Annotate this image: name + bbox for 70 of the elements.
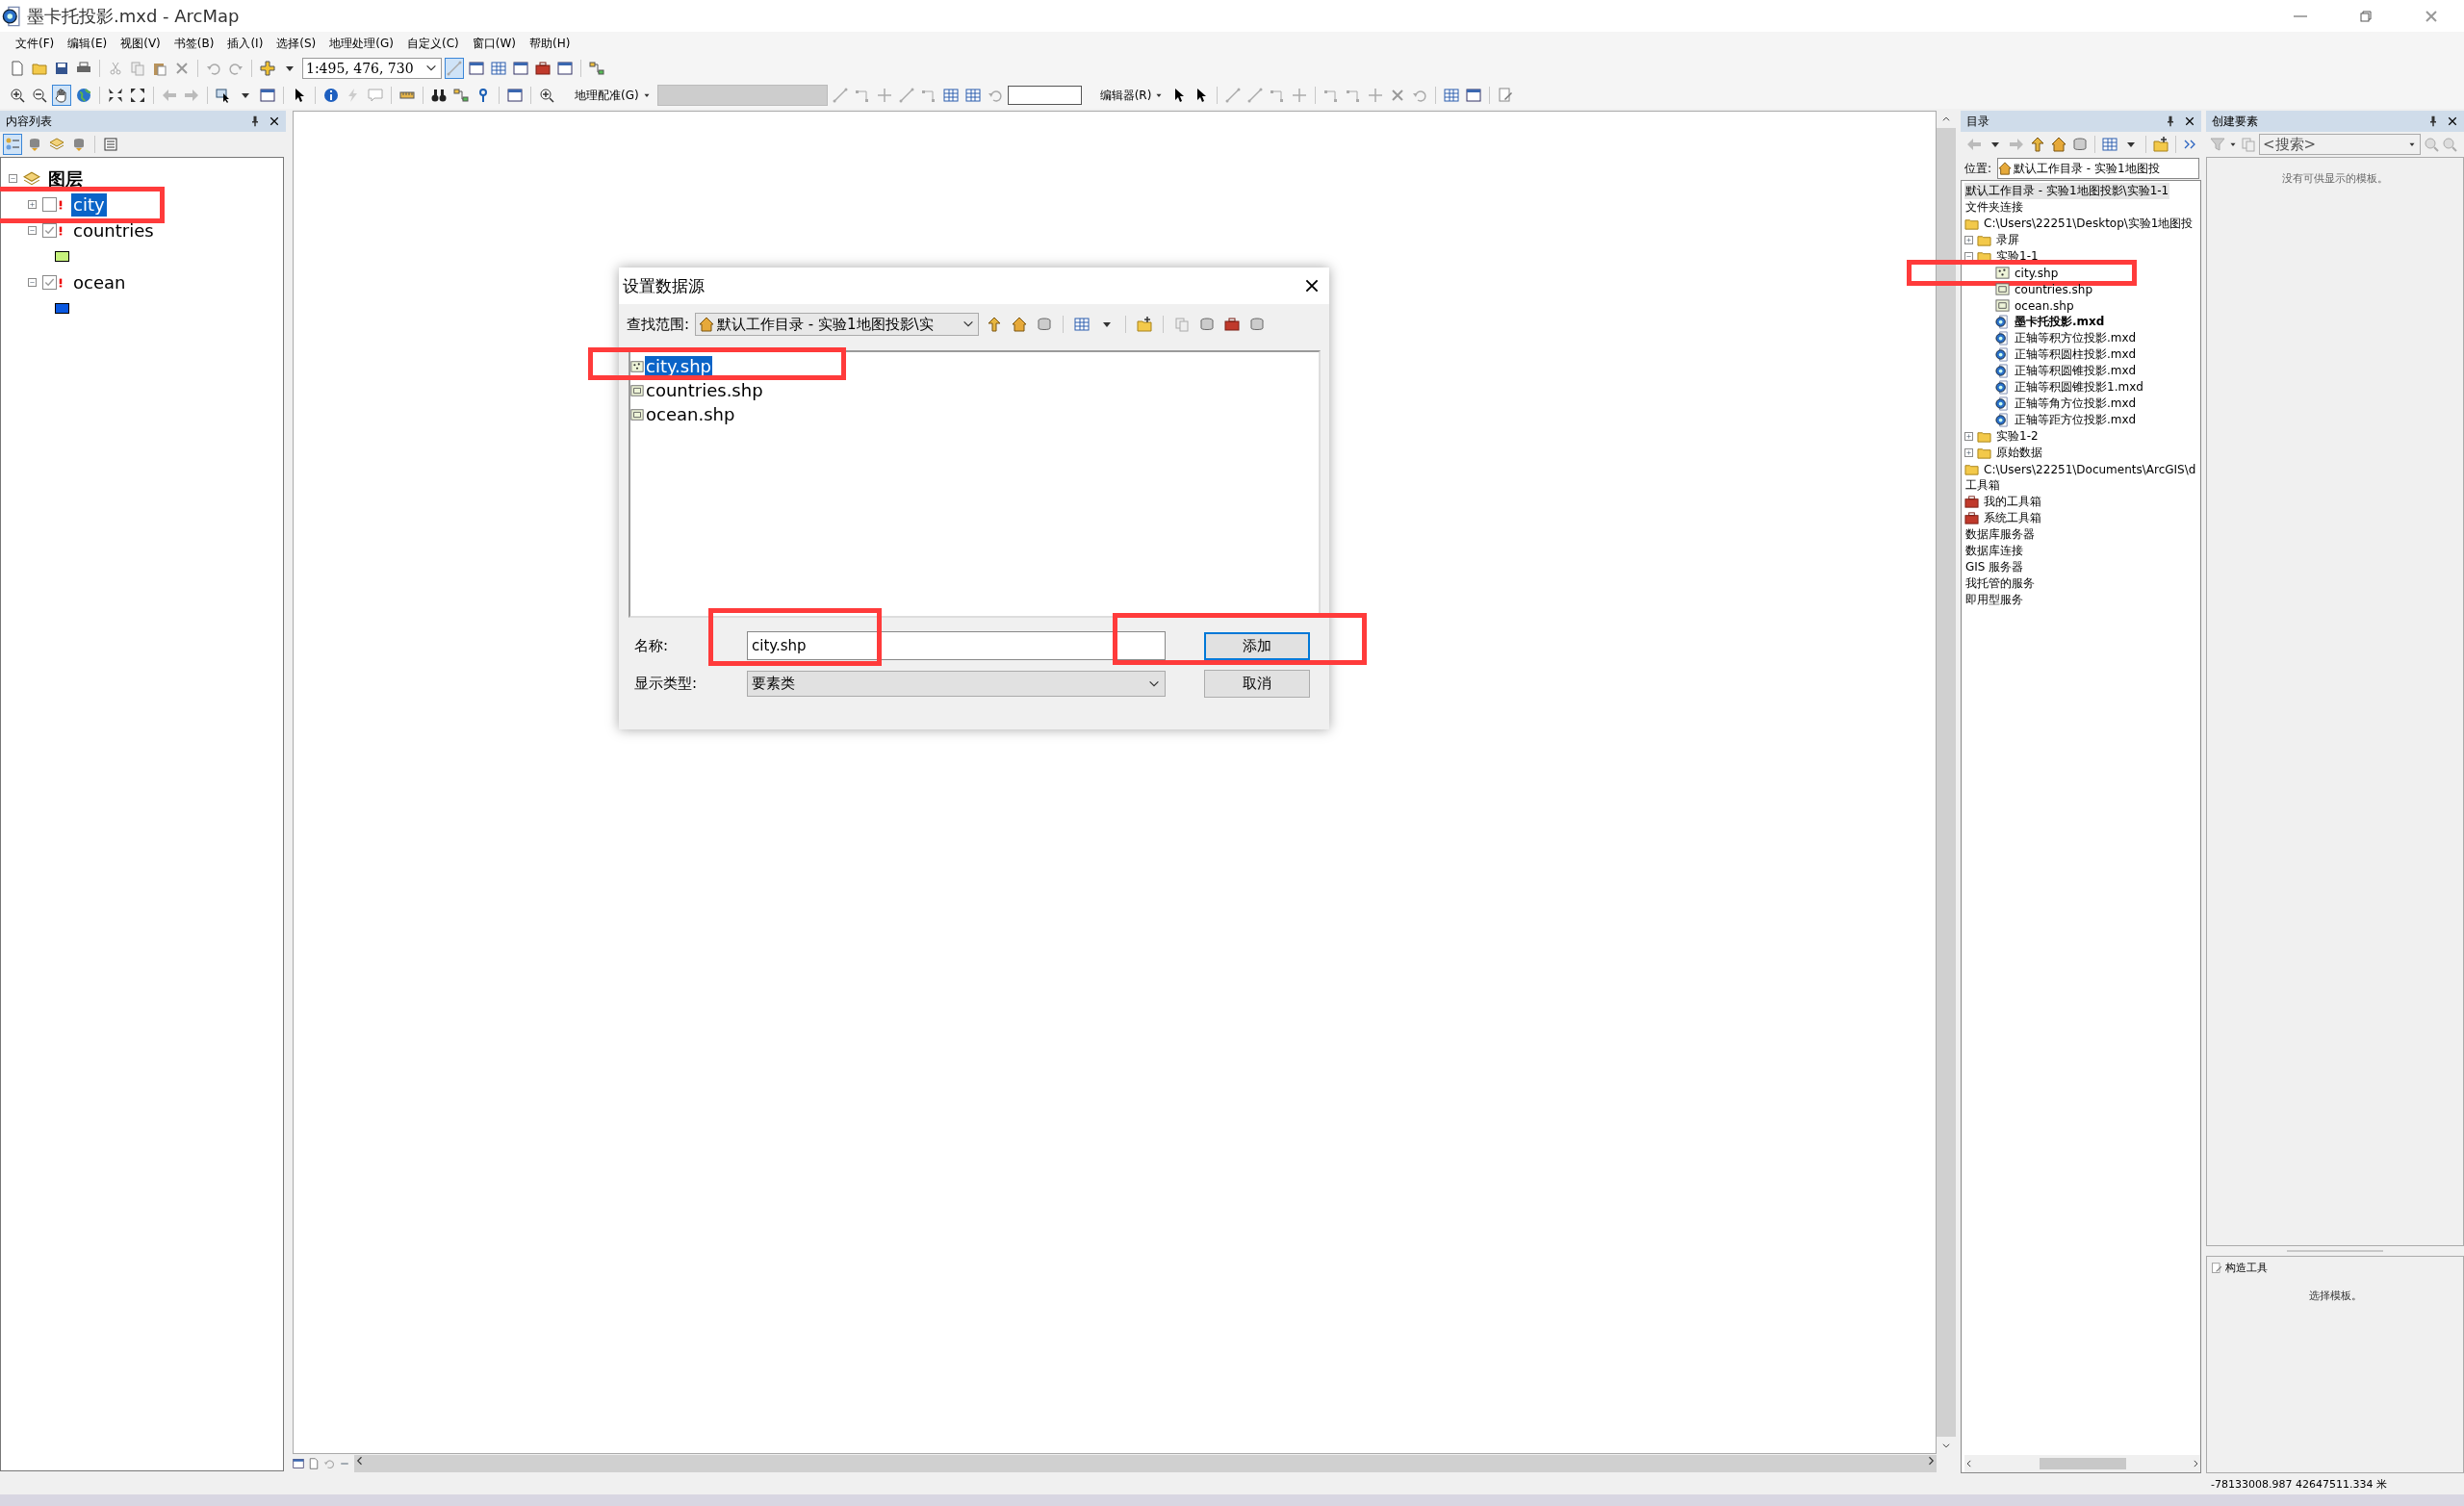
- empty-message: 没有可供显示的模板。: [2282, 171, 2388, 186]
- tree-item[interactable]: 我托管的服务: [1964, 575, 2036, 592]
- scale-combo[interactable]: 1:495, 476, 730: [302, 58, 442, 79]
- dialog-title: 设置数据源: [623, 274, 705, 297]
- tree-item[interactable]: 数据库服务器: [1964, 526, 2036, 543]
- editor-menu[interactable]: 编辑器(R): [1096, 87, 1168, 104]
- tree-item[interactable]: 实验1-2: [1995, 428, 2040, 445]
- tree-item[interactable]: 文件夹连接: [1964, 199, 2024, 216]
- hint-text: 选择模板。: [2308, 1289, 2362, 1303]
- coordinates-readout: -78133008.987 42647511.334 米: [2211, 1476, 2387, 1492]
- location-value: 默认工作目录 - 实验1地图投: [2014, 160, 2160, 177]
- location-label: 位置:: [1964, 160, 1992, 177]
- type-combo[interactable]: 要素类: [747, 671, 1166, 697]
- search-combo[interactable]: <搜索>: [2259, 134, 2421, 155]
- tree-item[interactable]: C:\Users\22251\Desktop\实验1地图投: [1983, 216, 2194, 232]
- georeferencing-menu[interactable]: 地理配准(G): [572, 87, 654, 104]
- tree-item[interactable]: C:\Users\22251\Documents\ArcGIS\d: [1983, 462, 2197, 476]
- tree-item[interactable]: countries.shp: [2014, 282, 2094, 296]
- tree-item[interactable]: GIS 服务器: [1964, 559, 2025, 575]
- dialog-button[interactable]: 取消: [1204, 670, 1310, 698]
- panel-title: 构造工具: [2225, 1261, 2268, 1275]
- tree-item[interactable]: city.shp: [2014, 266, 2060, 280]
- menu-item[interactable]: 自定义(C): [400, 33, 465, 54]
- menu-item[interactable]: 书签(B): [167, 33, 220, 54]
- search-placeholder: <搜索>: [2263, 135, 2317, 154]
- tree-item[interactable]: 数据库连接: [1964, 543, 2024, 559]
- name-label: 名称:: [633, 636, 670, 655]
- layer-name[interactable]: countries: [71, 218, 156, 242]
- file-item[interactable]: ocean.shp: [645, 403, 736, 425]
- file-item[interactable]: city.shp: [645, 355, 712, 377]
- tree-item[interactable]: 即用型服务: [1964, 592, 2024, 608]
- panel-title: 创建要素: [2212, 113, 2258, 130]
- tree-item[interactable]: 录屏: [1995, 232, 2020, 248]
- menu-item[interactable]: 文件(F): [10, 33, 61, 54]
- menu-item[interactable]: 地理处理(G): [323, 33, 399, 54]
- tree-item[interactable]: 我的工具箱: [1983, 494, 2042, 510]
- menu-item[interactable]: 插入(I): [221, 33, 270, 54]
- tree-item[interactable]: 系统工具箱: [1983, 510, 2042, 526]
- tree-item[interactable]: 正轴等角方位投影.mxd: [2014, 396, 2138, 412]
- panel-title: 内容列表: [6, 113, 52, 130]
- panel-title: 目录: [1966, 113, 1989, 130]
- type-value: 要素类: [752, 675, 795, 693]
- tree-item[interactable]: 正轴等距方位投影.mxd: [2014, 412, 2138, 428]
- tree-item[interactable]: 默认工作目录 - 实验1地图投影\实验1-1: [1964, 183, 2170, 199]
- tree-item[interactable]: 正轴等积圆锥投影.mxd: [2014, 363, 2138, 379]
- tree-item[interactable]: ocean.shp: [2014, 298, 2075, 313]
- layer-name[interactable]: city: [71, 192, 107, 217]
- menu-item[interactable]: 窗口(W): [466, 33, 522, 54]
- look-in-combo[interactable]: 默认工作目录 - 实验1地图投影\实: [695, 313, 980, 336]
- location-combo[interactable]: 默认工作目录 - 实验1地图投: [1997, 158, 2199, 179]
- tree-item[interactable]: 正轴等积圆柱投影.mxd: [2014, 346, 2138, 363]
- tree-item[interactable]: 原始数据: [1995, 445, 2043, 461]
- tree-item[interactable]: 正轴等积圆锥投影1.mxd: [2014, 379, 2144, 396]
- look-in-value: 默认工作目录 - 实验1地图投影\实: [717, 315, 935, 334]
- menu-item[interactable]: 帮助(H): [523, 33, 577, 54]
- layer-name[interactable]: ocean: [71, 270, 128, 294]
- layer-group-label[interactable]: 图层: [46, 166, 85, 191]
- menu-item[interactable]: 选择(S): [270, 33, 322, 54]
- name-field[interactable]: city.shp: [747, 631, 1166, 660]
- type-label: 显示类型:: [633, 675, 699, 693]
- window-title: 墨卡托投影.mxd - ArcMap: [27, 4, 241, 28]
- tree-item[interactable]: 工具箱: [1964, 477, 2001, 494]
- menu-item[interactable]: 视图(V): [115, 33, 167, 54]
- look-in-label: 查找范围:: [627, 315, 690, 334]
- menu-item[interactable]: 编辑(E): [62, 33, 114, 54]
- file-item[interactable]: countries.shp: [645, 379, 764, 401]
- tree-item[interactable]: 正轴等积方位投影.mxd: [2014, 330, 2138, 346]
- tree-item[interactable]: 墨卡托投影.mxd: [2014, 314, 2106, 330]
- scale-value: 1:495, 476, 730: [306, 61, 414, 76]
- dialog-button[interactable]: 添加: [1204, 631, 1310, 660]
